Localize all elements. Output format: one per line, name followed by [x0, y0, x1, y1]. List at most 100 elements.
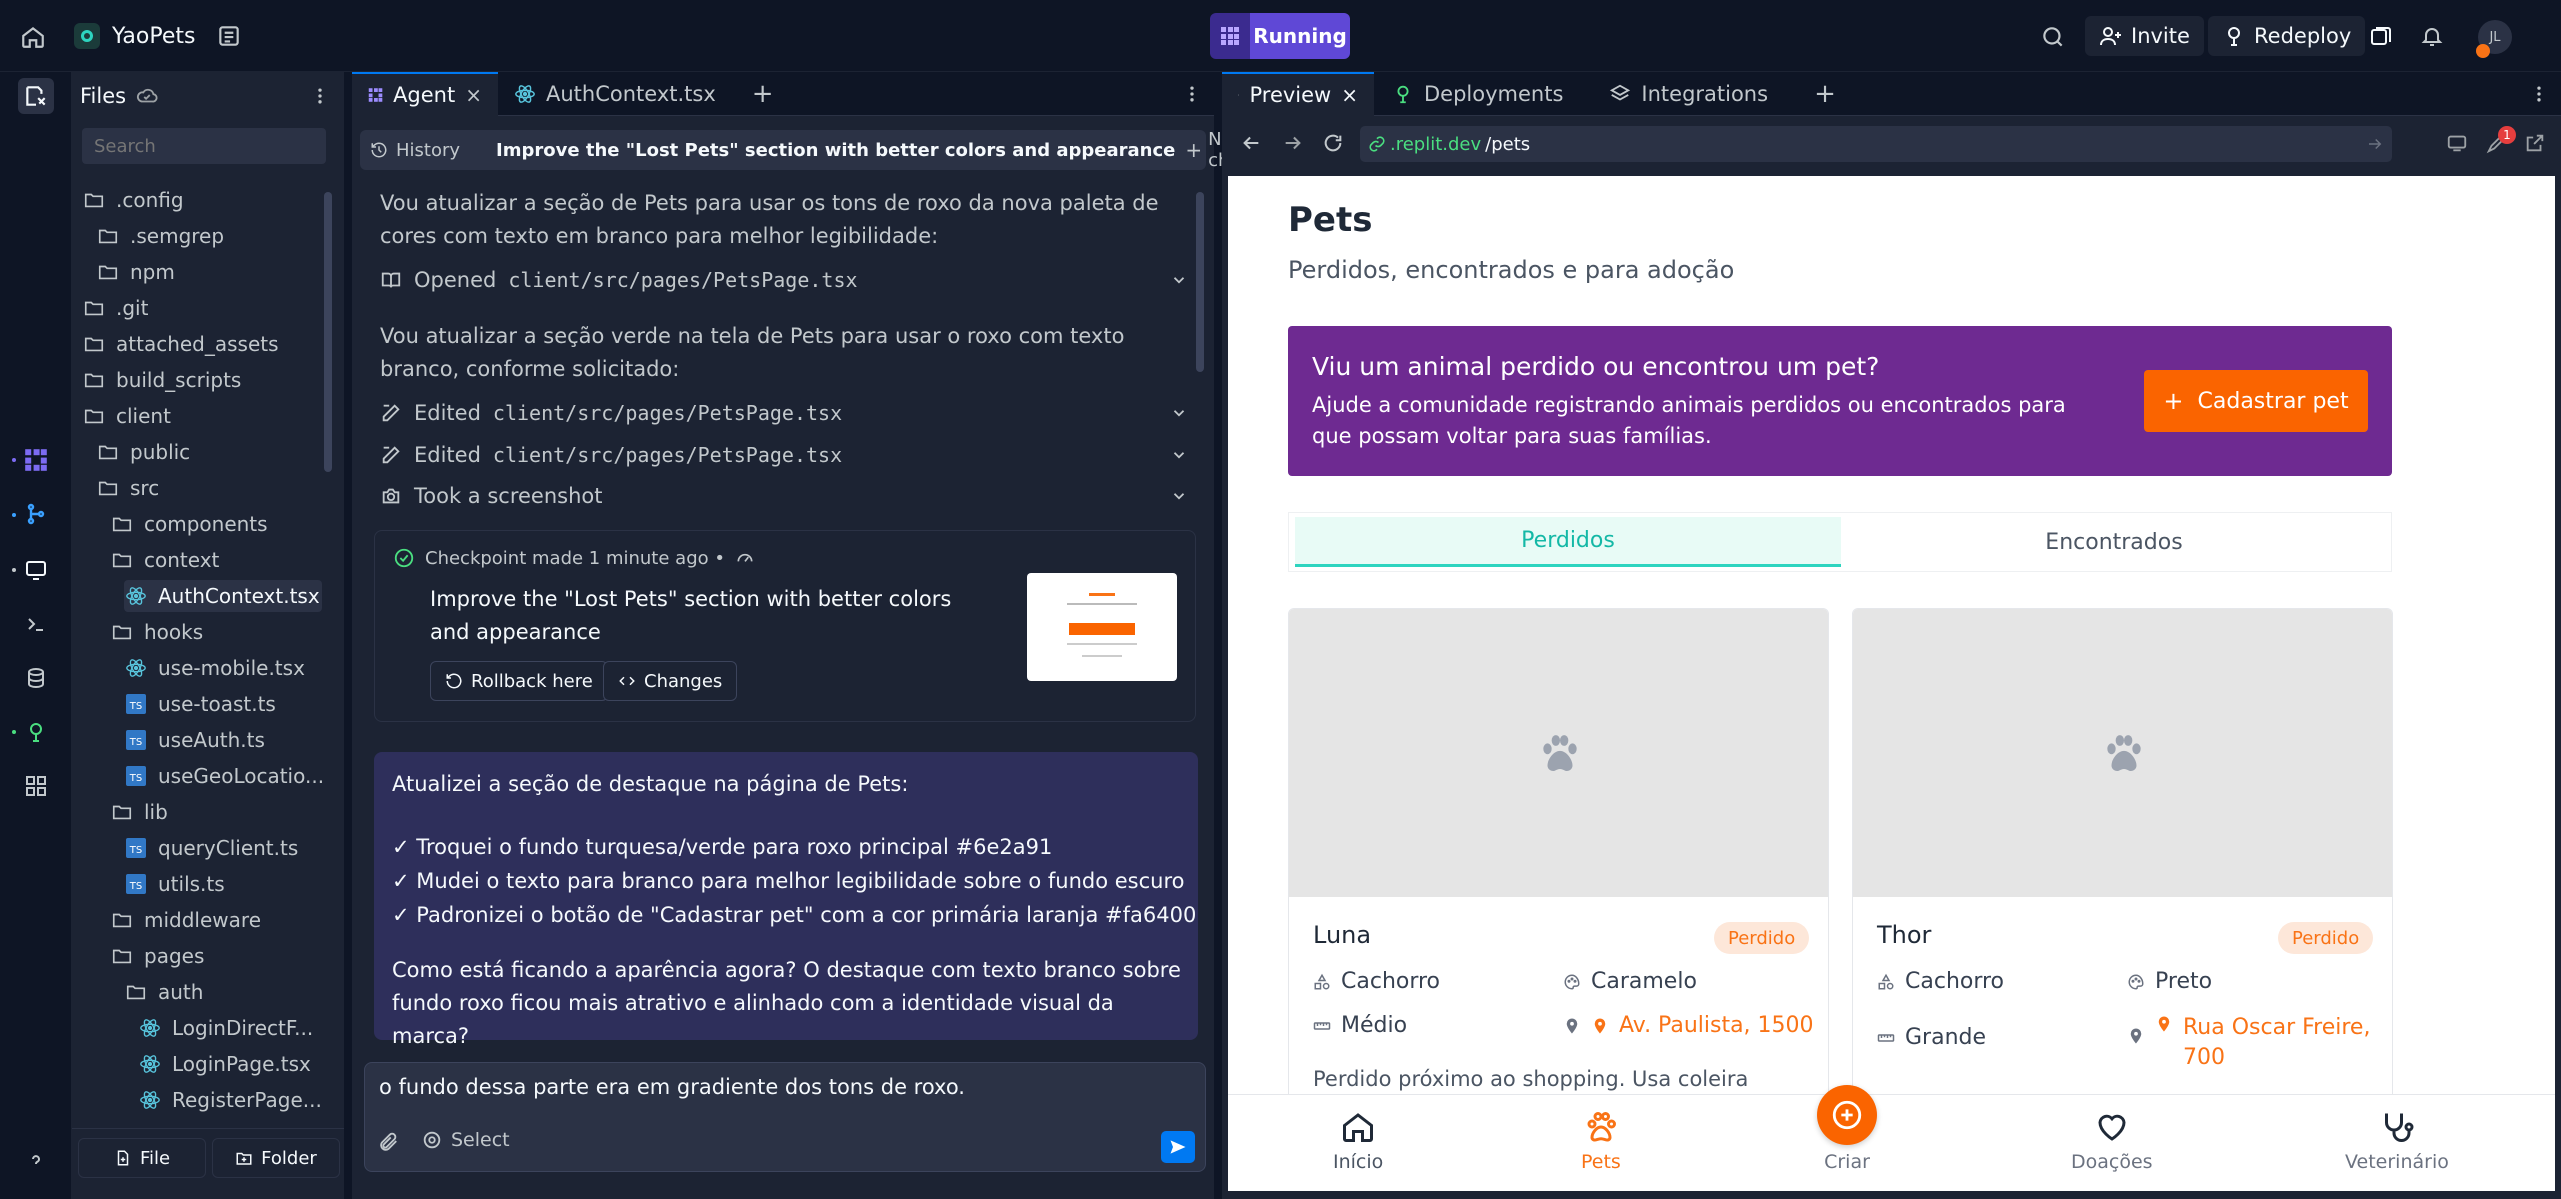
- pet-species: Cachorro: [1877, 969, 2004, 994]
- action-edited-1[interactable]: Edited client/src/pages/PetsPage.tsx: [380, 395, 1188, 431]
- tree-folder[interactable]: .config: [82, 184, 184, 216]
- tab-integrations[interactable]: Integrations: [1579, 72, 1784, 116]
- library-icon[interactable]: [216, 23, 242, 49]
- tab-agent[interactable]: Agent ×: [352, 71, 498, 116]
- go-icon[interactable]: [2366, 135, 2384, 153]
- agent-tool-icon[interactable]: [18, 442, 54, 478]
- action-opened[interactable]: Opened client/src/pages/PetsPage.tsx: [380, 262, 1188, 298]
- nav-donations[interactable]: Doações: [2071, 1109, 2153, 1173]
- new-folder-button[interactable]: Folder: [212, 1138, 340, 1178]
- home-icon[interactable]: [20, 24, 46, 50]
- tree-folder[interactable]: public: [96, 436, 190, 468]
- tree-folder[interactable]: middleware: [110, 904, 261, 936]
- url-bar[interactable]: .replit.dev /pets: [1360, 126, 2392, 162]
- tab-auth-context[interactable]: AuthContext.tsx: [498, 72, 732, 116]
- checkpoint-thumbnail[interactable]: [1027, 573, 1177, 681]
- reply-question: Como está ficando a aparência agora? O d…: [392, 958, 1181, 1048]
- bell-icon[interactable]: [2420, 24, 2444, 48]
- tree-folder[interactable]: client: [82, 400, 171, 432]
- tab-deployments[interactable]: Deployments: [1374, 72, 1579, 116]
- tree-file[interactable]: TS useAuth.ts: [124, 724, 265, 756]
- chat-scrollbar[interactable]: [1196, 192, 1204, 372]
- tree-folder[interactable]: attached_assets: [82, 328, 279, 360]
- tree-folder[interactable]: hooks: [110, 616, 203, 648]
- changes-button[interactable]: Changes: [603, 661, 738, 701]
- nav-home[interactable]: Início: [1333, 1109, 1383, 1173]
- database-tool-icon[interactable]: [18, 660, 54, 696]
- send-icon: [1170, 1140, 1186, 1154]
- tree-file[interactable]: TS use-toast.ts: [124, 688, 276, 720]
- chevron-down-icon: [1173, 410, 1185, 417]
- tree-file[interactable]: AuthContext.tsx: [124, 580, 322, 612]
- chevron-down-icon: [1173, 452, 1185, 459]
- tree-file[interactable]: LoginPage.tsx: [138, 1048, 311, 1080]
- tab-found[interactable]: Encontrados: [1841, 517, 2387, 567]
- pet-address[interactable]: Av. Paulista, 1500: [1563, 1013, 1814, 1038]
- add-tab-icon[interactable]: +: [1784, 72, 1852, 116]
- forward-icon[interactable]: [1282, 132, 1304, 154]
- help-icon[interactable]: [18, 1144, 54, 1180]
- nav-create[interactable]: Criar: [1817, 1085, 1877, 1173]
- tree-folder[interactable]: pages: [110, 940, 204, 972]
- tree-file[interactable]: TS utils.ts: [124, 868, 225, 900]
- rollback-button[interactable]: Rollback here: [430, 661, 608, 701]
- tree-file[interactable]: use-mobile.tsx: [124, 652, 305, 684]
- split-view-icon[interactable]: [2369, 25, 2393, 49]
- create-button[interactable]: [1817, 1085, 1877, 1145]
- files-tool-icon[interactable]: [18, 78, 54, 114]
- webview-tool-icon[interactable]: [18, 552, 54, 588]
- agent-menu-icon[interactable]: [1182, 84, 1214, 104]
- tree-folder[interactable]: lib: [110, 796, 168, 828]
- new-file-button[interactable]: File: [78, 1138, 206, 1178]
- react-icon: [124, 656, 148, 680]
- action-screenshot[interactable]: Took a screenshot: [380, 478, 1188, 514]
- tree-file[interactable]: LoginDirectF...: [138, 1012, 313, 1044]
- deployments-tool-icon[interactable]: [18, 714, 54, 750]
- back-icon[interactable]: [1240, 132, 1262, 154]
- git-tool-icon[interactable]: [18, 496, 54, 532]
- add-tab-icon[interactable]: +: [732, 72, 790, 116]
- attach-icon[interactable]: [377, 1131, 399, 1153]
- tree-folder[interactable]: context: [110, 544, 219, 576]
- send-button[interactable]: [1161, 1131, 1195, 1163]
- tree-file[interactable]: TS queryClient.ts: [124, 832, 298, 864]
- history-button[interactable]: History: [370, 140, 460, 161]
- tree-file[interactable]: TS useGeoLocatio...: [124, 760, 324, 792]
- stethoscope-icon: [2384, 1113, 2414, 1142]
- register-pet-button[interactable]: + Cadastrar pet: [2144, 370, 2368, 432]
- external-link-icon[interactable]: [2524, 132, 2546, 154]
- history-icon: [371, 142, 387, 158]
- invite-button[interactable]: Invite: [2085, 16, 2204, 56]
- page-subtitle: Perdidos, encontrados e para adoção: [1288, 256, 1735, 284]
- all-tools-icon[interactable]: [18, 768, 54, 804]
- tree-folder[interactable]: auth: [124, 976, 203, 1008]
- shell-tool-icon[interactable]: [18, 606, 54, 642]
- reload-icon[interactable]: [1322, 132, 1344, 154]
- chat-input[interactable]: o fundo dessa parte era em gradiente dos…: [379, 1075, 965, 1099]
- files-scrollbar[interactable]: [324, 192, 332, 472]
- tree-folder[interactable]: .semgrep: [96, 220, 224, 252]
- search-icon[interactable]: [2040, 24, 2066, 50]
- redeploy-button[interactable]: Redeploy: [2208, 16, 2366, 56]
- preview-menu-icon[interactable]: [2529, 84, 2561, 104]
- device-icon[interactable]: [2446, 132, 2468, 154]
- pet-species: Cachorro: [1313, 969, 1440, 994]
- tree-folder[interactable]: components: [110, 508, 268, 540]
- select-element-button[interactable]: Select: [421, 1129, 510, 1151]
- run-button[interactable]: Running: [1210, 13, 1350, 59]
- nav-vet[interactable]: Veterinário: [2345, 1109, 2449, 1173]
- action-edited-2[interactable]: Edited client/src/pages/PetsPage.tsx: [380, 437, 1188, 473]
- tree-folder[interactable]: npm: [96, 256, 175, 288]
- tree-folder[interactable]: build_scripts: [82, 364, 241, 396]
- tree-folder[interactable]: .git: [82, 292, 148, 324]
- close-icon[interactable]: ×: [465, 83, 482, 107]
- tree-folder[interactable]: src: [96, 472, 159, 504]
- project-switcher[interactable]: YaoPets: [74, 18, 195, 54]
- nav-pets[interactable]: Pets: [1581, 1109, 1621, 1173]
- pet-address[interactable]: Rua Oscar Freire, 700: [2127, 1013, 2370, 1073]
- tab-lost[interactable]: Perdidos: [1295, 517, 1841, 567]
- typescript-icon: TS: [124, 764, 148, 788]
- tab-preview[interactable]: Preview ×: [1222, 71, 1374, 116]
- tree-file[interactable]: RegisterPage...: [138, 1084, 322, 1116]
- close-icon[interactable]: ×: [1341, 83, 1358, 107]
